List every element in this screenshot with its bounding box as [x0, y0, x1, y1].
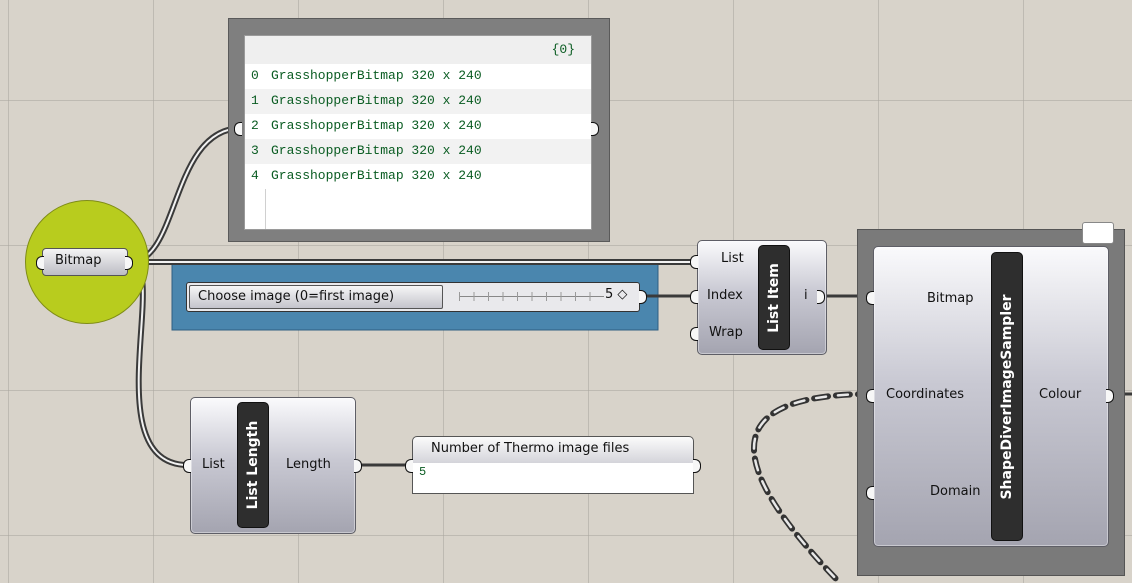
data-panel-inner: {0} 0 GrasshopperBitmap 320 x 240 1 Gras…	[244, 35, 592, 230]
sampler-input-bitmap: Bitmap	[927, 291, 974, 306]
number-slider[interactable]: Choose image (0=first image) 5 ◇	[186, 282, 647, 312]
sampler-input-coordinates: Coordinates	[886, 387, 965, 402]
sampler-grip-bitmap[interactable]	[866, 291, 874, 305]
list-length-title: List Length	[245, 420, 261, 510]
bitmap-output-grip[interactable]	[125, 256, 133, 270]
data-panel-input-grip[interactable]	[234, 122, 242, 136]
slider-label: Choose image (0=first image)	[198, 289, 395, 304]
list-item-title: List Item	[766, 262, 782, 333]
sampler-grip-colour[interactable]	[1106, 389, 1114, 403]
bitmap-param[interactable]: Bitmap	[25, 200, 149, 324]
sampler-grip-coordinates[interactable]	[866, 389, 874, 403]
list-item-grip-index[interactable]	[690, 290, 698, 304]
slider-value[interactable]: 5 ◇	[605, 287, 627, 302]
list-length-title-pill: List Length	[237, 402, 269, 528]
list-item-input-index: Index	[707, 288, 743, 303]
sampler-input-domain: Domain	[930, 484, 981, 499]
row-value: GrasshopperBitmap 320 x 240	[271, 143, 482, 158]
list-item-grip-wrap[interactable]	[690, 327, 698, 341]
grasshopper-canvas[interactable]: Bitmap {0} 0 GrasshopperBitmap 320 x 240…	[0, 0, 1132, 583]
row-value: GrasshopperBitmap 320 x 240	[271, 68, 482, 83]
list-item-output-i: i	[804, 288, 808, 303]
sampler-cluster[interactable]: ShapeDiverImageSampler Bitmap Coordinate…	[857, 222, 1125, 576]
row-value: GrasshopperBitmap 320 x 240	[271, 118, 482, 133]
bitmap-param-label: Bitmap	[55, 253, 102, 268]
sampler-output-colour: Colour	[1039, 387, 1082, 402]
list-item-input-list: List	[721, 251, 744, 266]
list-length-component[interactable]: List Length List Length	[183, 397, 362, 534]
list-item: 3 GrasshopperBitmap 320 x 240	[245, 139, 591, 164]
sampler-title-pill: ShapeDiverImageSampler	[991, 252, 1023, 541]
count-panel-grip-input[interactable]	[405, 459, 413, 473]
sampler-component[interactable]: ShapeDiverImageSampler Bitmap Coordinate…	[866, 246, 1114, 547]
slider-ticks	[459, 292, 604, 301]
sampler-title: ShapeDiverImageSampler	[999, 293, 1015, 500]
row-index: 0	[251, 68, 259, 83]
list-item: 1 GrasshopperBitmap 320 x 240	[245, 89, 591, 114]
list-length-input-list: List	[202, 457, 225, 472]
list-item: 4 GrasshopperBitmap 320 x 240	[245, 164, 591, 189]
comment-bubble-icon[interactable]	[1082, 222, 1114, 244]
bitmap-input-grip[interactable]	[36, 256, 44, 270]
bitmap-param-chip[interactable]: Bitmap	[42, 248, 128, 276]
list-item: 2 GrasshopperBitmap 320 x 240	[245, 114, 591, 139]
list-item-input-wrap: Wrap	[709, 325, 743, 340]
wire-bitmap-to-panel	[129, 125, 243, 265]
count-panel-title: Number of Thermo image files	[431, 441, 630, 456]
count-panel-header: Number of Thermo image files	[412, 436, 694, 464]
data-panel[interactable]: {0} 0 GrasshopperBitmap 320 x 240 1 Gras…	[228, 18, 610, 242]
data-panel-header: {0}	[245, 36, 591, 65]
row-index: 3	[251, 143, 259, 158]
list-item-component[interactable]: List Item List Index Wrap i	[690, 240, 827, 355]
count-panel-body[interactable]: 5	[412, 463, 694, 494]
data-panel-rows: 0 GrasshopperBitmap 320 x 240 1 Grasshop…	[245, 64, 591, 189]
slider-label-box: Choose image (0=first image)	[189, 285, 443, 309]
count-panel-value: 5	[419, 465, 427, 479]
list-item-title-pill: List Item	[758, 245, 790, 350]
sampler-grip-domain[interactable]	[866, 486, 874, 500]
row-index: 4	[251, 168, 259, 183]
row-value: GrasshopperBitmap 320 x 240	[271, 168, 482, 183]
list-length-grip-input[interactable]	[183, 459, 191, 473]
row-index: 1	[251, 93, 259, 108]
row-value: GrasshopperBitmap 320 x 240	[271, 93, 482, 108]
data-panel-path: {0}	[551, 42, 575, 57]
list-item-grip-list[interactable]	[690, 255, 698, 269]
count-panel[interactable]: Number of Thermo image files 5	[405, 436, 701, 496]
row-index: 2	[251, 118, 259, 133]
data-panel-output-grip[interactable]	[591, 122, 599, 136]
list-length-output-length: Length	[286, 457, 331, 472]
list-item: 0 GrasshopperBitmap 320 x 240	[245, 64, 591, 89]
